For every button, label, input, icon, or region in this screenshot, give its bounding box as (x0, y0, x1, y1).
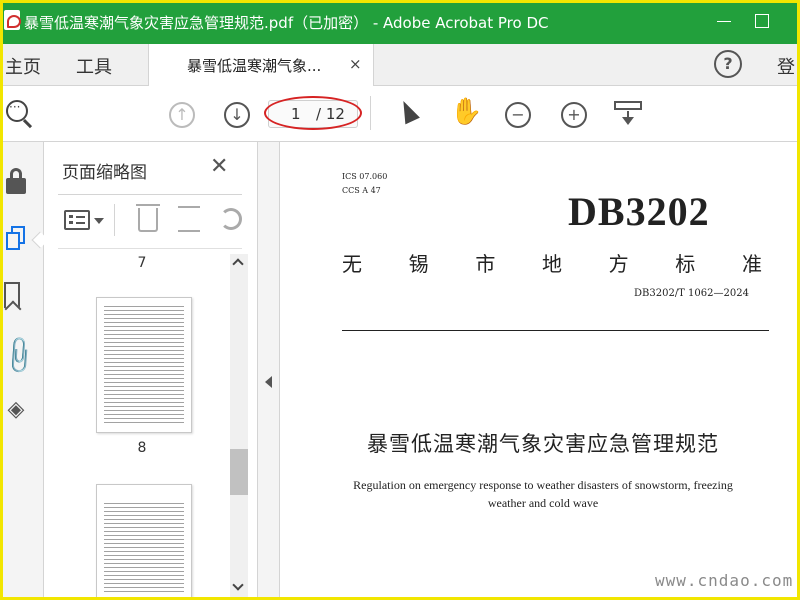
document-subtitle: Regulation on emergency response to weat… (331, 476, 755, 512)
subtitle-line: Regulation on emergency response to weat… (353, 478, 733, 492)
standard-code: DB3202 (568, 189, 710, 234)
chevron-down-icon[interactable] (232, 579, 244, 591)
region-title: 无 锡 市 地 方 标 准 (342, 248, 762, 277)
thumbnail-label: 8 (137, 440, 147, 456)
trash-icon (136, 204, 160, 232)
acrobat-logo-icon (4, 10, 21, 30)
document-page: ICS 07.060 CCS A 47 DB3202 无 锡 市 地 方 标 准… (281, 142, 800, 600)
thumbnail-text-lines (104, 306, 184, 424)
region-char: 地 (541, 252, 562, 276)
panel-divider (58, 194, 242, 195)
panel-toolbar-divider (114, 204, 115, 236)
fit-page-arrow (622, 117, 634, 125)
thumbnail-page[interactable] (96, 297, 192, 433)
region-char: 准 (741, 252, 762, 276)
left-rail: 📎 ◈ (0, 142, 49, 600)
prev-page-icon[interactable]: ↑ (169, 102, 195, 128)
close-panel-icon[interactable]: ✕ (210, 154, 228, 179)
zoom-out-icon[interactable]: − (505, 102, 531, 128)
thumbnails-scrollbar[interactable] (230, 254, 248, 600)
fit-page-bar (614, 101, 642, 110)
title-bar: 暴雪低温寒潮气象灾害应急管理规范.pdf（已加密） - Adobe Acroba… (0, 0, 800, 44)
paperclip-icon[interactable]: 📎 (0, 334, 41, 378)
window-title: 暴雪低温寒潮气象灾害应急管理规范.pdf（已加密） - Adobe Acroba… (24, 14, 549, 32)
home-tab[interactable]: 主页 (5, 53, 41, 79)
search-icon[interactable] (6, 100, 28, 122)
minimize-button[interactable] (712, 8, 736, 34)
hand-icon[interactable]: ✋ (450, 97, 482, 127)
thumbnails-panel: 页面缩略图 ✕ 7 8 (44, 142, 258, 600)
menu-row: 主页 工具 暴雪低温寒潮气象... × ? 登 (0, 44, 800, 87)
document-title: 暴雪低温寒潮气象灾害应急管理规范 (367, 432, 719, 456)
region-char: 标 (675, 252, 696, 276)
thumbnail-label: 7 (137, 255, 147, 271)
ccs-code: CCS A 47 (342, 186, 381, 195)
login-button[interactable]: 登 (777, 53, 795, 79)
select-cursor-icon[interactable] (396, 97, 420, 125)
pages-icon[interactable] (4, 224, 30, 254)
help-icon[interactable]: ? (714, 50, 742, 78)
bookmark-icon[interactable] (4, 282, 20, 308)
zoom-in-icon[interactable]: + (561, 102, 587, 128)
toolbar: ↑ ↓ 1 / 12 ✋ − + (0, 86, 800, 142)
region-char: 市 (475, 252, 496, 276)
thumbnail-page[interactable] (96, 484, 192, 600)
thumbnail-text-lines (104, 503, 184, 595)
options-icon[interactable] (64, 210, 90, 230)
fit-page-icon[interactable] (614, 99, 642, 129)
toolbar-divider (370, 96, 371, 130)
page-front (6, 232, 20, 250)
maximize-button[interactable] (750, 8, 774, 34)
standard-number: DB3202/T 1062—2024 (634, 288, 749, 299)
panel-divider (58, 248, 242, 249)
scrollbar-thumb[interactable] (230, 449, 248, 495)
lock-body (6, 178, 26, 194)
layers-icon[interactable]: ◈ (4, 397, 28, 422)
ics-code: ICS 07.060 (342, 172, 388, 181)
close-tab-icon[interactable]: × (349, 55, 362, 73)
collapse-arrow-icon[interactable] (265, 376, 272, 388)
chevron-up-icon[interactable] (232, 258, 244, 270)
subtitle-line: weather and cold wave (487, 496, 599, 510)
region-char: 锡 (408, 252, 429, 276)
document-tab-label: 暴雪低温寒潮气象... (187, 57, 322, 75)
panel-title: 页面缩略图 (62, 163, 147, 183)
document-tab[interactable]: 暴雪低温寒潮气象... × (148, 44, 374, 87)
next-page-icon[interactable]: ↓ (224, 102, 250, 128)
chevron-down-icon[interactable] (94, 218, 104, 224)
split-icon (178, 206, 200, 232)
watermark: www.cndao.com (655, 571, 794, 590)
panel-splitter[interactable] (258, 142, 280, 600)
region-char: 方 (608, 252, 629, 276)
horizontal-rule (342, 330, 769, 331)
rotate-icon (220, 208, 242, 230)
highlight-annotation (264, 96, 362, 130)
tools-tab[interactable]: 工具 (76, 53, 112, 79)
region-char: 无 (342, 252, 362, 276)
